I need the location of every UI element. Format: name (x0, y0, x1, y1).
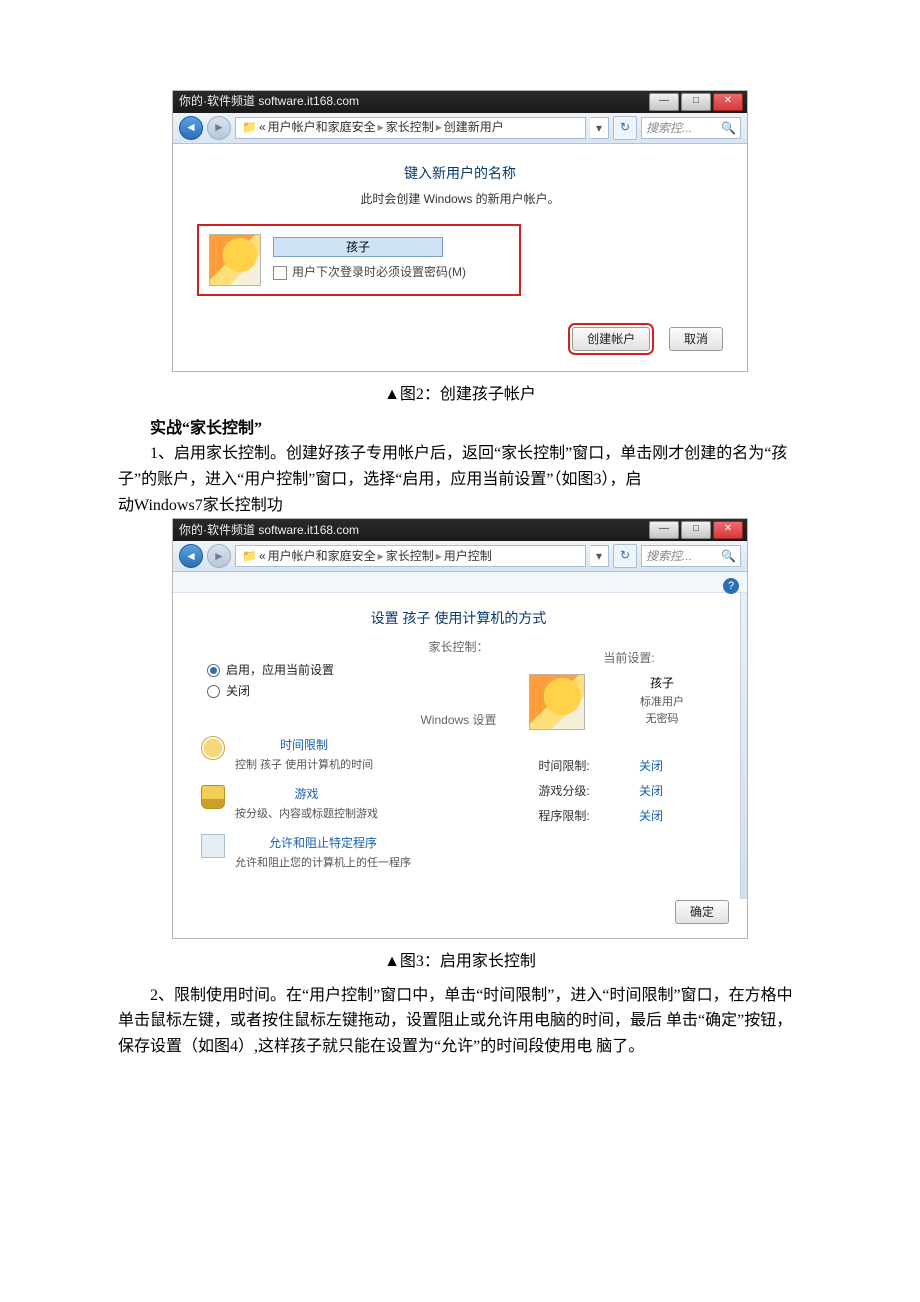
status-value-link[interactable]: 关闭 (639, 807, 663, 826)
forward-button[interactable]: ► (207, 544, 231, 568)
radio-enable[interactable] (207, 664, 220, 677)
maximize-button[interactable]: □ (681, 521, 711, 539)
breadcrumb-part[interactable]: 家长控制 (386, 118, 434, 137)
chevron-right-icon: ▸ (436, 118, 442, 137)
new-user-box: 孩子 用户下次登录时必须设置密码(M) (197, 224, 521, 296)
help-strip: ? (173, 572, 747, 593)
scrollbar[interactable] (740, 593, 747, 898)
titlebar-watermark: 你的·软件频道 software.it168.com (179, 521, 359, 540)
trophy-icon (201, 785, 225, 809)
setting-desc: 控制 孩子 使用计算机的时间 (235, 757, 373, 775)
close-button[interactable]: ✕ (713, 521, 743, 539)
setting-programs[interactable]: 允许和阻止特定程序 允许和阻止您的计算机上的任一程序 (201, 834, 720, 873)
back-button[interactable]: ◄ (179, 544, 203, 568)
navbar: ◄ ► 📁 « 用户帐户和家庭安全 ▸ 家长控制 ▸ 用户控制 ▾ ↻ 搜索控.… (173, 541, 747, 572)
chevron-right-icon: ▸ (378, 118, 384, 137)
breadcrumb[interactable]: 📁 « 用户帐户和家庭安全 ▸ 家长控制 ▸ 创建新用户 (235, 117, 586, 139)
refresh-button[interactable]: ↻ (613, 116, 637, 140)
window-titlebar: 你的·软件频道 software.it168.com — □ ✕ (173, 519, 747, 541)
paragraph: 1、启用家长控制。创建好孩子专用帐户后，返回“家长控制”窗口，单击刚才创建的名为… (118, 441, 802, 492)
setting-desc: 按分级、内容或标题控制游戏 (235, 806, 378, 824)
avatar-icon (529, 674, 585, 730)
breadcrumb[interactable]: 📁 « 用户帐户和家庭安全 ▸ 家长控制 ▸ 用户控制 (235, 545, 586, 567)
panel-heading: 键入新用户的名称 (197, 162, 723, 184)
forward-button[interactable]: ► (207, 116, 231, 140)
ok-button[interactable]: 确定 (675, 900, 729, 924)
setting-title[interactable]: 游戏 (235, 785, 378, 804)
figure-2-caption: ▲图2：创建孩子帐户 (118, 382, 802, 408)
paragraph: 动Windows7家长控制功 (118, 493, 802, 519)
folder-icon: 📁 (242, 118, 257, 137)
current-settings-label: 当前设置: (529, 649, 729, 668)
setting-title[interactable]: 允许和阻止特定程序 (235, 834, 411, 853)
search-placeholder: 搜索控... (646, 118, 692, 138)
panel-subheading: 此时会创建 Windows 的新用户帐户。 (197, 190, 723, 209)
refresh-button[interactable]: ↻ (613, 544, 637, 568)
navbar: ◄ ► 📁 « 用户帐户和家庭安全 ▸ 家长控制 ▸ 创建新用户 ▾ ↻ 搜索控… (173, 113, 747, 144)
minimize-button[interactable]: — (649, 521, 679, 539)
breadcrumb-prefix: « (259, 547, 266, 566)
close-button[interactable]: ✕ (713, 93, 743, 111)
radio-disable[interactable] (207, 685, 220, 698)
cancel-button[interactable]: 取消 (669, 327, 723, 351)
radio-disable-label: 关闭 (226, 682, 250, 701)
minimize-button[interactable]: — (649, 93, 679, 111)
titlebar-watermark: 你的·软件频道 software.it168.com (179, 92, 359, 111)
breadcrumb-part[interactable]: 用户帐户和家庭安全 (268, 118, 376, 137)
status-value-link[interactable]: 关闭 (639, 757, 663, 776)
search-input[interactable]: 搜索控... 🔍 (641, 117, 741, 139)
username-input[interactable]: 孩子 (273, 237, 443, 257)
help-icon[interactable]: ? (723, 578, 739, 594)
clock-icon (201, 736, 225, 760)
breadcrumb-part[interactable]: 家长控制 (386, 547, 434, 566)
current-settings-pane: 当前设置: 孩子 标准用户 无密码 时间限制: 关闭 (529, 593, 729, 832)
search-input[interactable]: 搜索控... 🔍 (641, 545, 741, 567)
breadcrumb-part[interactable]: 用户控制 (444, 547, 492, 566)
must-change-password-checkbox[interactable] (273, 266, 287, 280)
search-icon: 🔍 (721, 546, 736, 566)
breadcrumb-part[interactable]: 用户帐户和家庭安全 (268, 547, 376, 566)
checkbox-label: 用户下次登录时必须设置密码(M) (292, 263, 466, 282)
avatar-icon (209, 234, 261, 286)
setting-title[interactable]: 时间限制 (235, 736, 373, 755)
breadcrumb-dropdown[interactable]: ▾ (590, 117, 609, 139)
search-placeholder: 搜索控... (646, 546, 692, 566)
back-button[interactable]: ◄ (179, 116, 203, 140)
status-key: 时间限制: (529, 757, 599, 776)
section-title: 实战“家长控制” (118, 416, 802, 442)
search-icon: 🔍 (721, 118, 736, 138)
status-value-link[interactable]: 关闭 (639, 782, 663, 801)
figure-3-caption: ▲图3：启用家长控制 (118, 949, 802, 975)
maximize-button[interactable]: □ (681, 93, 711, 111)
breadcrumb-prefix: « (259, 118, 266, 137)
figure-3-window: 你的·软件频道 software.it168.com — □ ✕ ◄ ► 📁 «… (172, 518, 748, 939)
chevron-right-icon: ▸ (436, 547, 442, 566)
status-key: 游戏分级: (529, 782, 599, 801)
window-titlebar: 你的·软件频道 software.it168.com — □ ✕ (173, 91, 747, 113)
setting-desc: 允许和阻止您的计算机上的任一程序 (235, 855, 411, 873)
breadcrumb-part[interactable]: 创建新用户 (444, 118, 504, 137)
radio-enable-label: 启用，应用当前设置 (226, 661, 334, 680)
chevron-right-icon: ▸ (378, 547, 384, 566)
figure-2-window: 你的·软件频道 software.it168.com — □ ✕ ◄ ► 📁 «… (172, 90, 748, 372)
folder-icon: 📁 (242, 547, 257, 566)
breadcrumb-dropdown[interactable]: ▾ (590, 545, 609, 567)
program-icon (201, 834, 225, 858)
paragraph: 2、限制使用时间。在“用户控制”窗口中，单击“时间限制”，进入“时间限制”窗口，… (118, 983, 802, 1060)
status-key: 程序限制: (529, 807, 599, 826)
create-account-button[interactable]: 创建帐户 (572, 327, 650, 351)
